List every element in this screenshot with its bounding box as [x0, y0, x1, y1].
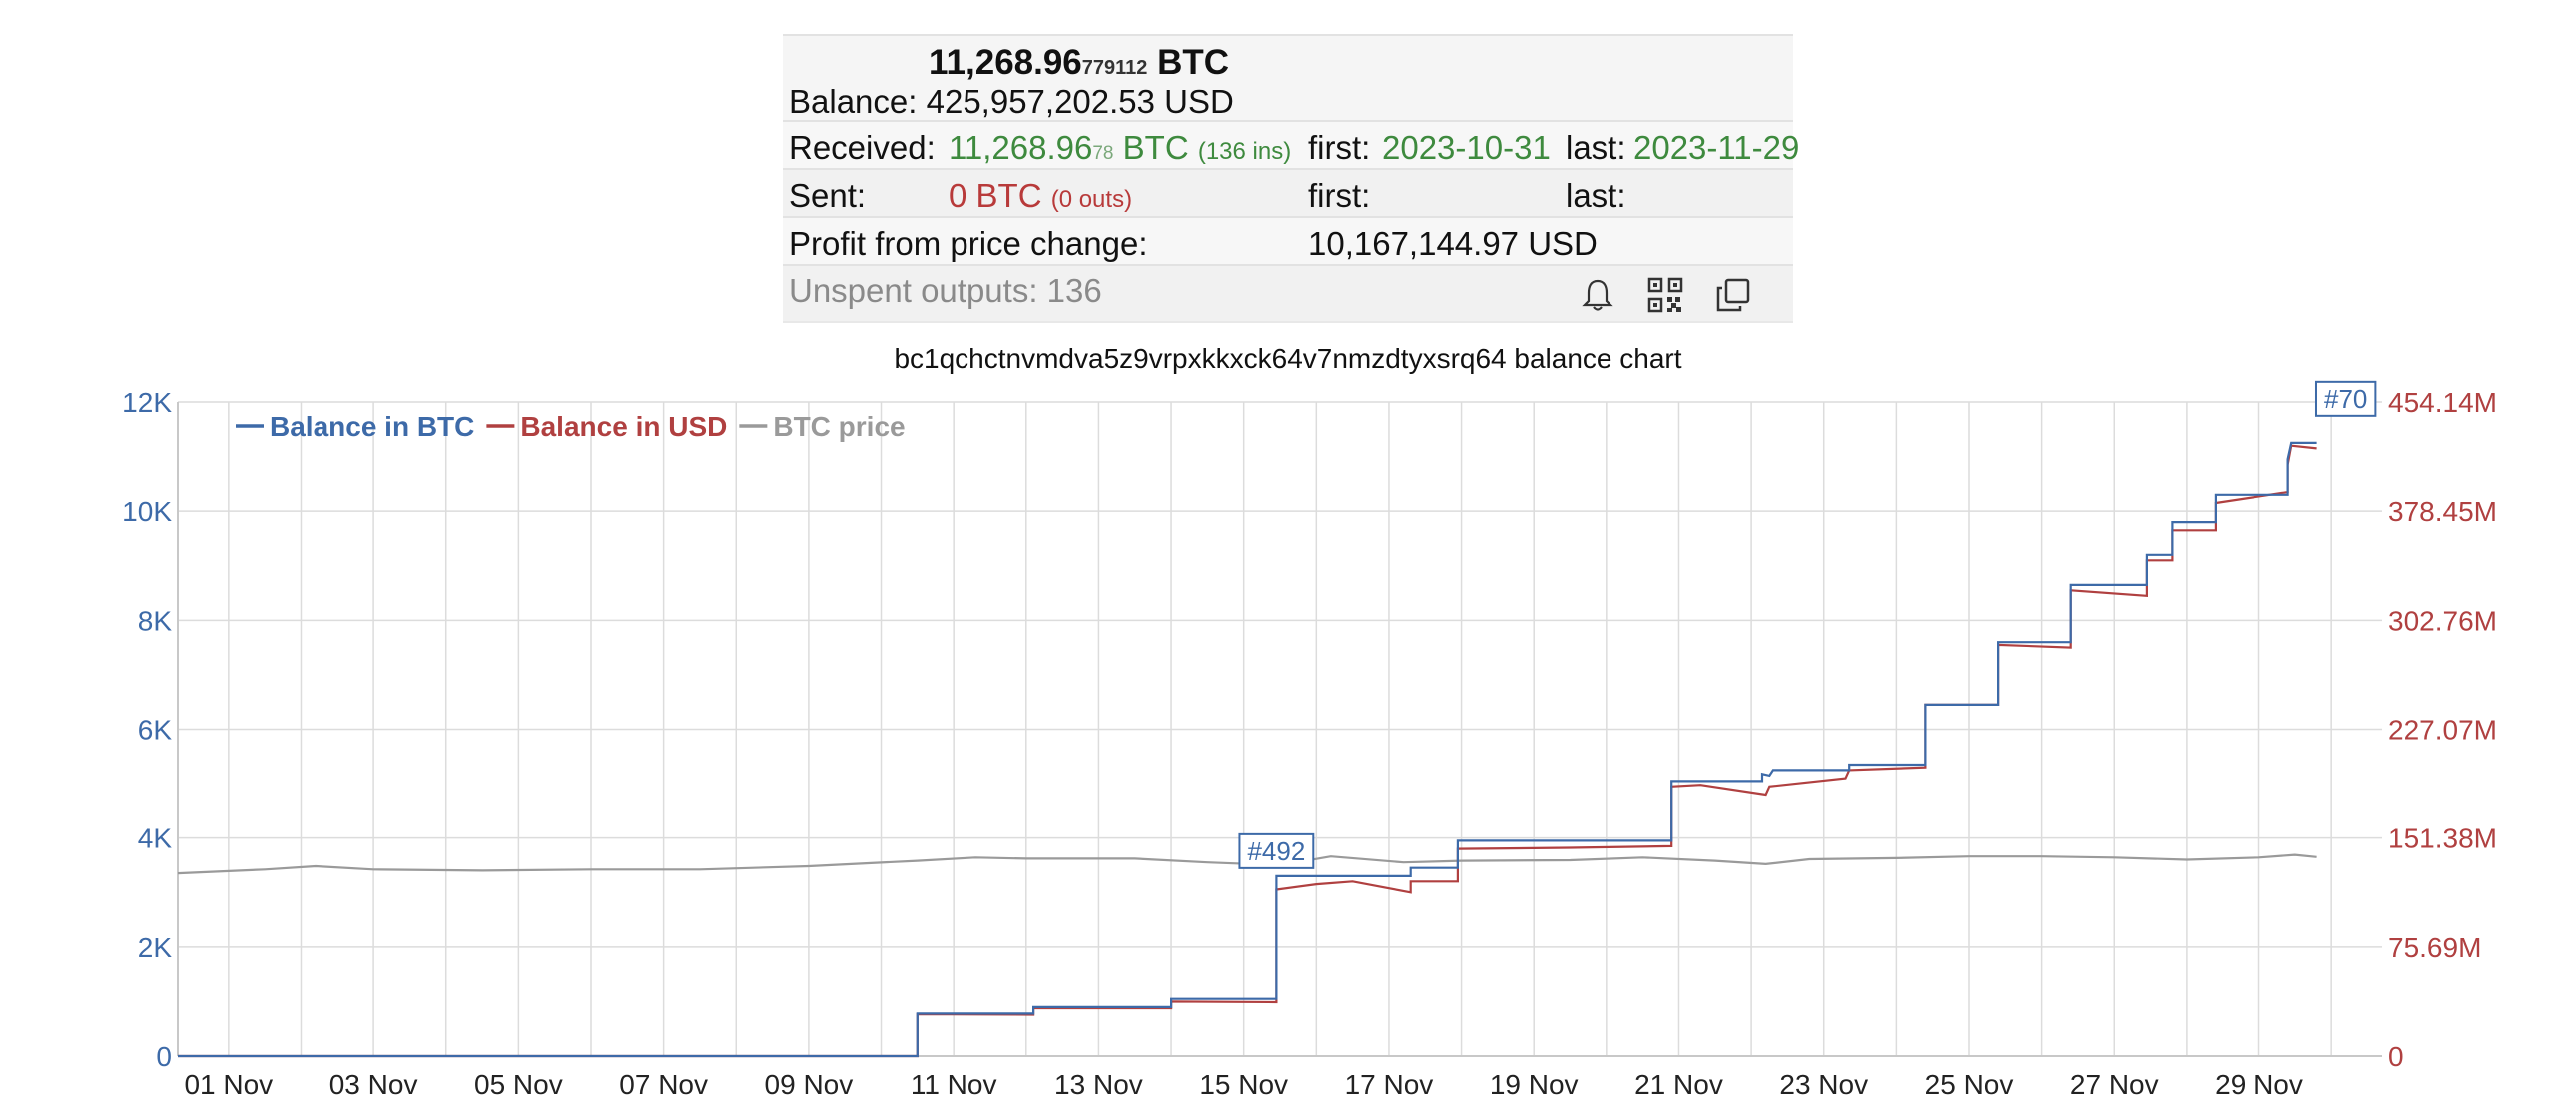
x-tick-label: 23 Nov [1779, 1069, 1868, 1100]
y-right-tick-label: 151.38M [2388, 824, 2497, 854]
chart-axes: 01 Nov 03 Nov 05 Nov 07 Nov 09 Nov 11 Nov 13 N… [122, 387, 2497, 1100]
y-left-tick-label: 0 [156, 1041, 172, 1072]
x-tick-label: 11 Nov [911, 1069, 997, 1100]
x-tick-label: 15 Nov [1199, 1069, 1288, 1100]
x-tick-label: 21 Nov [1634, 1069, 1723, 1100]
balance-chart: 01 Nov 03 Nov 05 Nov 07 Nov 09 Nov 11 Nov 13 N… [122, 380, 2497, 1100]
legend-item: Balance in BTC [270, 411, 474, 442]
x-tick-label: 05 Nov [474, 1069, 563, 1100]
y-right-tick-label: 0 [2388, 1041, 2404, 1072]
chart-series [177, 441, 2317, 1058]
annotation-label: #70 [2324, 384, 2367, 414]
y-left-tick-label: 10K [122, 496, 172, 527]
x-tick-label: 17 Nov [1345, 1069, 1434, 1100]
x-tick-label: 29 Nov [2215, 1069, 2303, 1100]
y-left-tick-label: 8K [138, 605, 173, 636]
x-tick-label: 27 Nov [2070, 1069, 2159, 1100]
annotation-label: #492 [1247, 836, 1305, 866]
y-right-tick-label: 454.14M [2388, 387, 2497, 418]
x-tick-label: 03 Nov [329, 1069, 418, 1100]
series-line-balance-in-btc [178, 441, 2317, 1058]
x-tick-label: 13 Nov [1054, 1069, 1143, 1100]
y-right-tick-label: 227.07M [2388, 715, 2497, 746]
chart-annotations: #492 #70 [1238, 380, 2377, 869]
annotation-flag: #492 [1238, 832, 1315, 869]
y-left-tick-label: 6K [138, 715, 173, 746]
legend-item: BTC price [773, 411, 905, 442]
chart-legend: Balance in BTC Balance in USD BTC price [236, 411, 906, 442]
x-tick-label: 19 Nov [1490, 1069, 1579, 1100]
y-right-tick-label: 302.76M [2388, 605, 2497, 636]
x-tick-label: 25 Nov [1925, 1069, 2014, 1100]
y-right-tick-label: 378.45M [2388, 496, 2497, 527]
y-left-tick-label: 12K [122, 387, 172, 418]
annotation-flag: #70 [2314, 380, 2377, 417]
y-left-tick-label: 4K [138, 824, 173, 854]
y-right-tick-label: 75.69M [2388, 932, 2481, 963]
legend-item: Balance in USD [520, 411, 727, 442]
x-tick-label: 01 Nov [184, 1069, 273, 1100]
series-line-balance-in-usd [178, 444, 2317, 1058]
chart-grid [178, 401, 2382, 1057]
y-left-tick-label: 2K [138, 932, 173, 963]
x-tick-label: 09 Nov [765, 1069, 854, 1100]
x-tick-label: 07 Nov [619, 1069, 708, 1100]
